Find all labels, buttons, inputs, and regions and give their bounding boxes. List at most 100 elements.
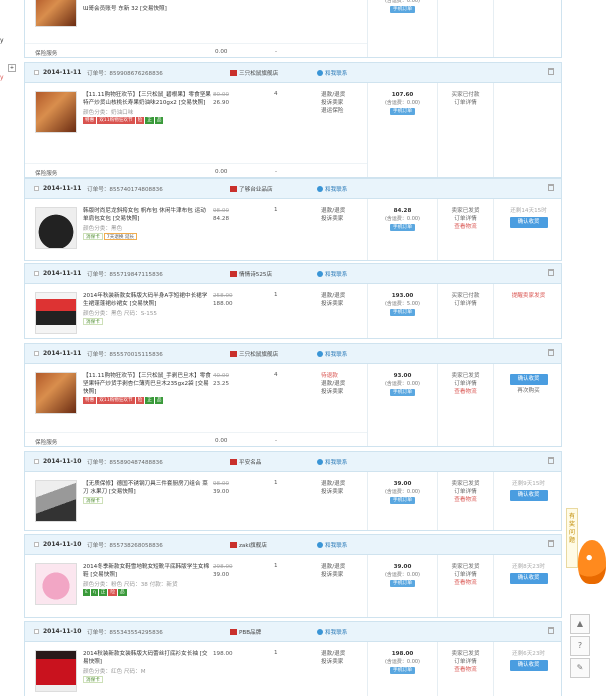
product-image[interactable] — [35, 292, 77, 334]
contact-label[interactable]: 和我联系 — [325, 71, 347, 77]
after-sale-link[interactable]: 投诉卖家 — [321, 99, 365, 107]
contact-label[interactable]: 和我联系 — [325, 272, 347, 278]
after-sale-link[interactable]: 投诉卖家 — [321, 488, 365, 496]
mobile-order-badge[interactable]: 手机订单 — [389, 309, 416, 316]
mobile-order-badge[interactable]: 手机订单 — [389, 6, 416, 13]
back-to-top-icon[interactable]: ▲ — [570, 614, 590, 634]
mobile-order-badge[interactable]: 手机订单 — [389, 580, 416, 587]
product-title[interactable]: 2014冬季新款女鞋雪地靴女短靴平底韩版学生女棉鞋 [交易快照] — [83, 563, 211, 579]
shop-name-wrap[interactable]: 平安名品 — [230, 458, 261, 466]
view-logistics-link[interactable]: 查看物流 — [438, 496, 493, 504]
product-image[interactable] — [35, 372, 77, 414]
delete-order-icon[interactable] — [548, 184, 554, 191]
order-detail-link[interactable]: 订单详情 — [438, 488, 493, 496]
after-sale-link[interactable]: 退款/退货 — [321, 292, 365, 300]
shop-name-wrap[interactable]: PBB品牌 — [230, 628, 261, 636]
product-title[interactable]: Ɯ哥会员账号 东新 32 [交易快照] — [83, 5, 211, 13]
after-sale-link[interactable]: 退款/退货 — [321, 91, 365, 99]
contact-seller-link[interactable]: 和我联系 — [317, 69, 347, 77]
action-link[interactable]: 提醒卖家发货 — [494, 292, 561, 300]
after-sale-link[interactable]: 退运保险 — [321, 107, 365, 115]
product-image[interactable] — [35, 563, 77, 605]
product-title[interactable]: 【11.11购物狂欢节】【三只松鼠_碧根果】零食坚果特产炒货山核桃长寿果奶油味2… — [83, 91, 211, 107]
order-detail-link[interactable]: 订单详情 — [438, 99, 493, 107]
contact-label[interactable]: 和我联系 — [325, 630, 347, 636]
order-detail-link[interactable]: 订单详情 — [438, 215, 493, 223]
after-sale-link[interactable]: 退款/退货 — [321, 380, 365, 388]
contact-label[interactable]: 和我联系 — [325, 460, 347, 466]
shop-name-wrap[interactable]: 三只松鼠旗舰店 — [230, 350, 278, 358]
confirm-receipt-button[interactable]: 确认收货 — [509, 374, 548, 385]
delete-order-icon[interactable] — [548, 540, 554, 547]
mobile-order-badge[interactable]: 手机订单 — [389, 224, 416, 231]
shop-name[interactable]: zaki旗舰店 — [239, 543, 267, 549]
contact-seller-link[interactable]: 和我联系 — [317, 350, 347, 358]
after-sale-link[interactable]: 投诉卖家 — [321, 300, 365, 308]
shop-name[interactable]: 了够台业品店 — [239, 187, 273, 193]
delete-order-icon[interactable] — [548, 68, 554, 75]
select-checkbox[interactable] — [34, 629, 39, 634]
shop-name-wrap[interactable]: zaki旗舰店 — [230, 541, 267, 549]
shop-name-wrap[interactable]: 了够台业品店 — [230, 185, 273, 193]
product-title[interactable]: 【无质保修】德国不锈钢刀具三件套厨房刀组合 菜刀 水果刀 [交易快照] — [83, 480, 211, 496]
mobile-order-badge[interactable]: 手机订单 — [389, 389, 416, 396]
after-sale-link[interactable]: 待退款 — [321, 372, 365, 380]
shop-name-wrap[interactable]: 三只松鼠旗舰店 — [230, 69, 278, 77]
delete-order-icon[interactable] — [548, 269, 554, 276]
confirm-receipt-button[interactable]: 确认收货 — [509, 217, 548, 228]
contact-label[interactable]: 和我联系 — [325, 352, 347, 358]
expand-icon[interactable]: + — [8, 64, 16, 72]
after-sale-link[interactable]: 投诉卖家 — [321, 388, 365, 396]
contact-seller-link[interactable]: 和我联系 — [317, 628, 347, 636]
delete-order-icon[interactable] — [548, 627, 554, 634]
after-sale-link[interactable]: 投诉卖家 — [321, 215, 365, 223]
order-detail-link[interactable]: 订单详情 — [438, 380, 493, 388]
select-checkbox[interactable] — [34, 351, 39, 356]
order-detail-link[interactable]: 订单详情 — [438, 571, 493, 579]
view-logistics-link[interactable]: 查看物流 — [438, 388, 493, 396]
delete-order-icon[interactable] — [548, 457, 554, 464]
contact-seller-link[interactable]: 和我联系 — [317, 458, 347, 466]
confirm-receipt-button[interactable]: 确认收货 — [509, 573, 548, 584]
shop-name[interactable]: 三只松鼠旗舰店 — [239, 71, 278, 77]
mobile-order-badge[interactable]: 手机订单 — [389, 497, 416, 504]
product-title[interactable]: 韩版时尚尼龙斜挎女包 帆布包 休闲牛津布包 运动单肩包女包 [交易快照] — [83, 207, 211, 223]
product-title[interactable]: 2014年秋装新款女韩版大码半身A字短裙中长裙学生裙蓬蓬裙纱裙女 [交易快照] — [83, 292, 211, 308]
after-sale-link[interactable]: 退款/退货 — [321, 207, 365, 215]
action-link[interactable]: 再次购买 — [494, 387, 561, 395]
mascot-icon[interactable] — [578, 540, 606, 584]
contact-seller-link[interactable]: 和我联系 — [317, 185, 347, 193]
confirm-receipt-button[interactable]: 确认收货 — [509, 660, 548, 671]
order-detail-link[interactable]: 订单详情 — [438, 300, 493, 308]
mobile-order-badge[interactable]: 手机订单 — [389, 667, 416, 674]
shop-name-wrap[interactable]: 情情诗525店 — [230, 270, 272, 278]
select-checkbox[interactable] — [34, 542, 39, 547]
product-image[interactable] — [35, 91, 77, 133]
contact-label[interactable]: 和我联系 — [325, 187, 347, 193]
select-checkbox[interactable] — [34, 271, 39, 276]
view-logistics-link[interactable]: 查看物流 — [438, 223, 493, 231]
after-sale-link[interactable]: 退款/退货 — [321, 650, 365, 658]
after-sale-link[interactable]: 投诉卖家 — [321, 658, 365, 666]
mobile-order-badge[interactable]: 手机订单 — [389, 108, 416, 115]
contact-label[interactable]: 和我联系 — [325, 543, 347, 549]
product-image[interactable] — [35, 650, 77, 692]
after-sale-link[interactable]: 退款/退货 — [321, 563, 365, 571]
contact-seller-link[interactable]: 和我联系 — [317, 270, 347, 278]
view-logistics-link[interactable]: 查看物流 — [438, 666, 493, 674]
shop-name[interactable]: 平安名品 — [239, 460, 261, 466]
shop-name[interactable]: 三只松鼠旗舰店 — [239, 352, 278, 358]
shop-name[interactable]: PBB品牌 — [239, 630, 261, 636]
delete-order-icon[interactable] — [548, 349, 554, 356]
product-title[interactable]: 【11.11购物狂欢节】【三只松鼠_手剥巴旦木】零食坚果特产炒货手剥杏仁薄壳巴旦… — [83, 372, 211, 396]
help-icon[interactable]: ? — [570, 636, 590, 656]
select-checkbox[interactable] — [34, 186, 39, 191]
feedback-label[interactable]: 有奖问题 — [566, 508, 578, 568]
confirm-receipt-button[interactable]: 确认收货 — [509, 490, 548, 501]
view-logistics-link[interactable]: 查看物流 — [438, 579, 493, 587]
select-checkbox[interactable] — [34, 70, 39, 75]
feedback-widget[interactable]: 有奖问题 — [566, 508, 608, 586]
product-image[interactable] — [35, 207, 77, 249]
product-title[interactable]: 2014秋装新款女装韩版大码蕾丝打底衫女长袖 [交易快照] — [83, 650, 211, 666]
after-sale-link[interactable]: 退款/退货 — [321, 480, 365, 488]
